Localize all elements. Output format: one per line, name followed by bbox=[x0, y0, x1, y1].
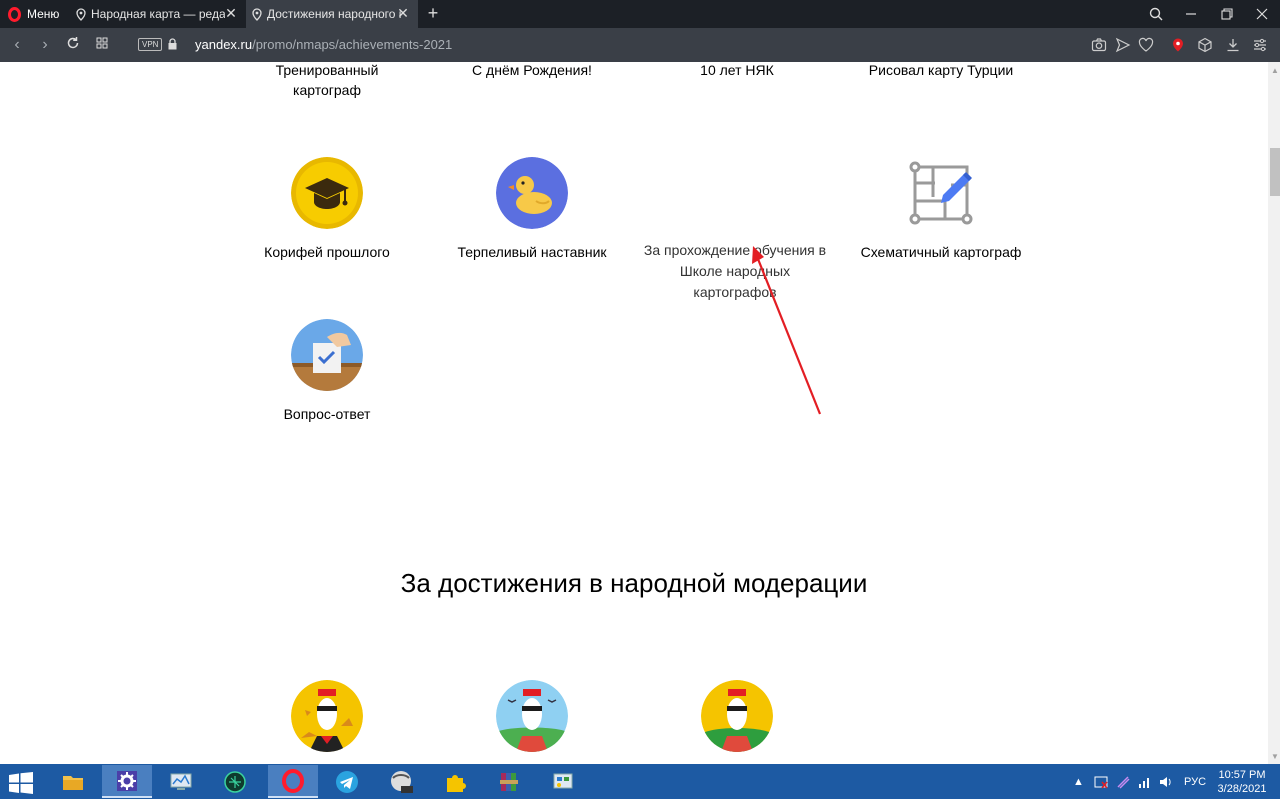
map-pin-icon bbox=[76, 7, 86, 21]
gear-icon bbox=[117, 770, 137, 791]
taskbar-green-app[interactable] bbox=[210, 765, 260, 798]
achievement-badge-graduation[interactable] bbox=[291, 157, 363, 229]
close-window-button[interactable] bbox=[1244, 0, 1280, 28]
lock-icon[interactable] bbox=[168, 38, 177, 50]
circuit-globe-icon bbox=[224, 770, 246, 793]
tray-volume-icon[interactable] bbox=[1159, 764, 1173, 799]
opera-menu-button[interactable]: Меню bbox=[0, 0, 68, 28]
tab-title: Народная карта — редакт bbox=[91, 7, 225, 21]
pro-disc-icon bbox=[391, 770, 413, 793]
tab-achievements[interactable]: Достижения народного ка ✕ bbox=[246, 0, 418, 28]
graduation-cap-icon bbox=[291, 157, 363, 229]
minimize-window-button[interactable] bbox=[1173, 0, 1209, 28]
schematic-pencil-icon bbox=[909, 161, 973, 225]
url-path: /promo/nmaps/achievements-2021 bbox=[252, 37, 453, 52]
url-host: yandex.ru bbox=[195, 37, 253, 52]
address-bar: ‹ › VPN yandex.ru/promo/nmaps/achievemen… bbox=[0, 28, 1280, 62]
achievement-badge-mentor[interactable] bbox=[496, 157, 568, 229]
taskbar-puzzle-app[interactable] bbox=[430, 765, 480, 798]
red-annotation-arrow bbox=[752, 246, 822, 415]
taskbar-pro-app[interactable] bbox=[376, 765, 426, 798]
tab-title: Достижения народного ка bbox=[267, 7, 401, 21]
moderator-yellow-icon bbox=[701, 680, 773, 752]
reload-icon[interactable] bbox=[64, 36, 82, 54]
page-content: Тренированный картограф С днём Рождения!… bbox=[0, 62, 1268, 764]
taskbar-explorer[interactable] bbox=[48, 765, 98, 798]
search-tabs-icon[interactable] bbox=[1138, 0, 1174, 28]
tab-nmaps-editor[interactable]: Народная карта — редакт ✕ bbox=[70, 0, 246, 28]
achievement-label: Схематичный картограф bbox=[860, 244, 1022, 260]
taskbar-control-panel[interactable] bbox=[538, 765, 588, 798]
duck-icon bbox=[496, 157, 568, 229]
achievement-label: Вопрос-ответ bbox=[283, 406, 371, 422]
moderation-badge[interactable] bbox=[496, 680, 568, 752]
tray-language[interactable]: РУС bbox=[1184, 764, 1206, 799]
taskbar-opera[interactable] bbox=[268, 765, 318, 798]
taskbar-telegram[interactable] bbox=[322, 765, 372, 798]
achievement-label: 10 лет НЯК bbox=[700, 62, 774, 78]
moderation-badge[interactable] bbox=[291, 680, 363, 752]
tray-pen-icon[interactable] bbox=[1116, 764, 1130, 799]
puzzle-icon bbox=[447, 774, 466, 792]
new-tab-button[interactable]: + bbox=[424, 3, 442, 24]
achievement-label: С днём Рождения! bbox=[472, 62, 592, 78]
control-panel-icon bbox=[553, 773, 573, 788]
tray-network-alert-icon[interactable] bbox=[1094, 764, 1108, 799]
back-icon[interactable]: ‹ bbox=[8, 36, 26, 54]
heart-icon[interactable] bbox=[1138, 37, 1154, 53]
moderation-badge[interactable] bbox=[701, 680, 773, 752]
clock-time: 10:57 PM bbox=[1218, 769, 1266, 781]
achievement-label: Корифей прошлого bbox=[264, 244, 390, 260]
opera-icon bbox=[282, 768, 304, 793]
ballot-box-icon bbox=[291, 319, 363, 391]
tray-clock[interactable]: 10:57 PM 3/28/2021 bbox=[1212, 768, 1272, 796]
monitor-icon bbox=[170, 773, 192, 790]
archive-books-icon bbox=[500, 772, 518, 791]
taskbar-settings[interactable] bbox=[102, 765, 152, 798]
clock-date: 3/28/2021 bbox=[1217, 783, 1267, 795]
download-icon[interactable] bbox=[1225, 37, 1241, 53]
section-heading-moderation: За достижения в народной модерации bbox=[400, 568, 868, 598]
achievement-label: Тренированный картограф bbox=[275, 62, 379, 98]
windows-start-icon[interactable] bbox=[8, 772, 34, 794]
taskbar-monitor-app[interactable] bbox=[156, 765, 206, 798]
close-tab-icon[interactable]: ✕ bbox=[396, 6, 410, 20]
folder-icon bbox=[63, 775, 83, 790]
achievement-badge-qa[interactable] bbox=[291, 319, 363, 391]
easy-setup-icon[interactable] bbox=[1252, 37, 1268, 53]
taskbar-winrar[interactable] bbox=[484, 765, 534, 798]
browser-tab-bar: Меню Народная карта — редакт ✕ Достижени… bbox=[0, 0, 1280, 28]
achievement-label: Терпеливый наставник bbox=[457, 244, 607, 260]
scroll-down-icon[interactable]: ▼ bbox=[1271, 752, 1279, 761]
close-tab-icon[interactable]: ✕ bbox=[224, 6, 238, 20]
scrollbar-thumb[interactable] bbox=[1270, 148, 1280, 196]
menu-label: Меню bbox=[27, 7, 60, 21]
send-icon[interactable] bbox=[1115, 37, 1131, 53]
achievement-badge-schematic[interactable] bbox=[905, 157, 977, 229]
cube-icon[interactable] bbox=[1197, 37, 1213, 53]
windows-taskbar: ▲ РУС 10:57 PM 3/28/2021 bbox=[0, 764, 1280, 799]
tray-show-hidden-icon[interactable]: ▲ bbox=[1073, 764, 1084, 799]
map-pin-icon bbox=[252, 7, 262, 21]
map-marker-extension-icon[interactable] bbox=[1170, 37, 1186, 53]
forward-icon[interactable]: › bbox=[36, 36, 54, 54]
opera-logo-icon bbox=[8, 6, 21, 22]
speed-dial-icon[interactable] bbox=[93, 36, 111, 54]
url-field[interactable]: yandex.ru/promo/nmaps/achievements-2021 bbox=[195, 37, 452, 52]
achievement-label: Рисовал карту Турции bbox=[868, 62, 1014, 78]
moderator-sky-icon bbox=[496, 680, 568, 752]
tray-signal-icon[interactable] bbox=[1138, 764, 1152, 799]
telegram-icon bbox=[336, 770, 358, 793]
scroll-up-icon[interactable]: ▲ bbox=[1271, 66, 1279, 75]
camera-icon[interactable] bbox=[1091, 37, 1107, 53]
vpn-badge[interactable]: VPN bbox=[138, 38, 163, 51]
moderator-autumn-icon bbox=[291, 680, 363, 752]
restore-window-button[interactable] bbox=[1209, 0, 1245, 28]
